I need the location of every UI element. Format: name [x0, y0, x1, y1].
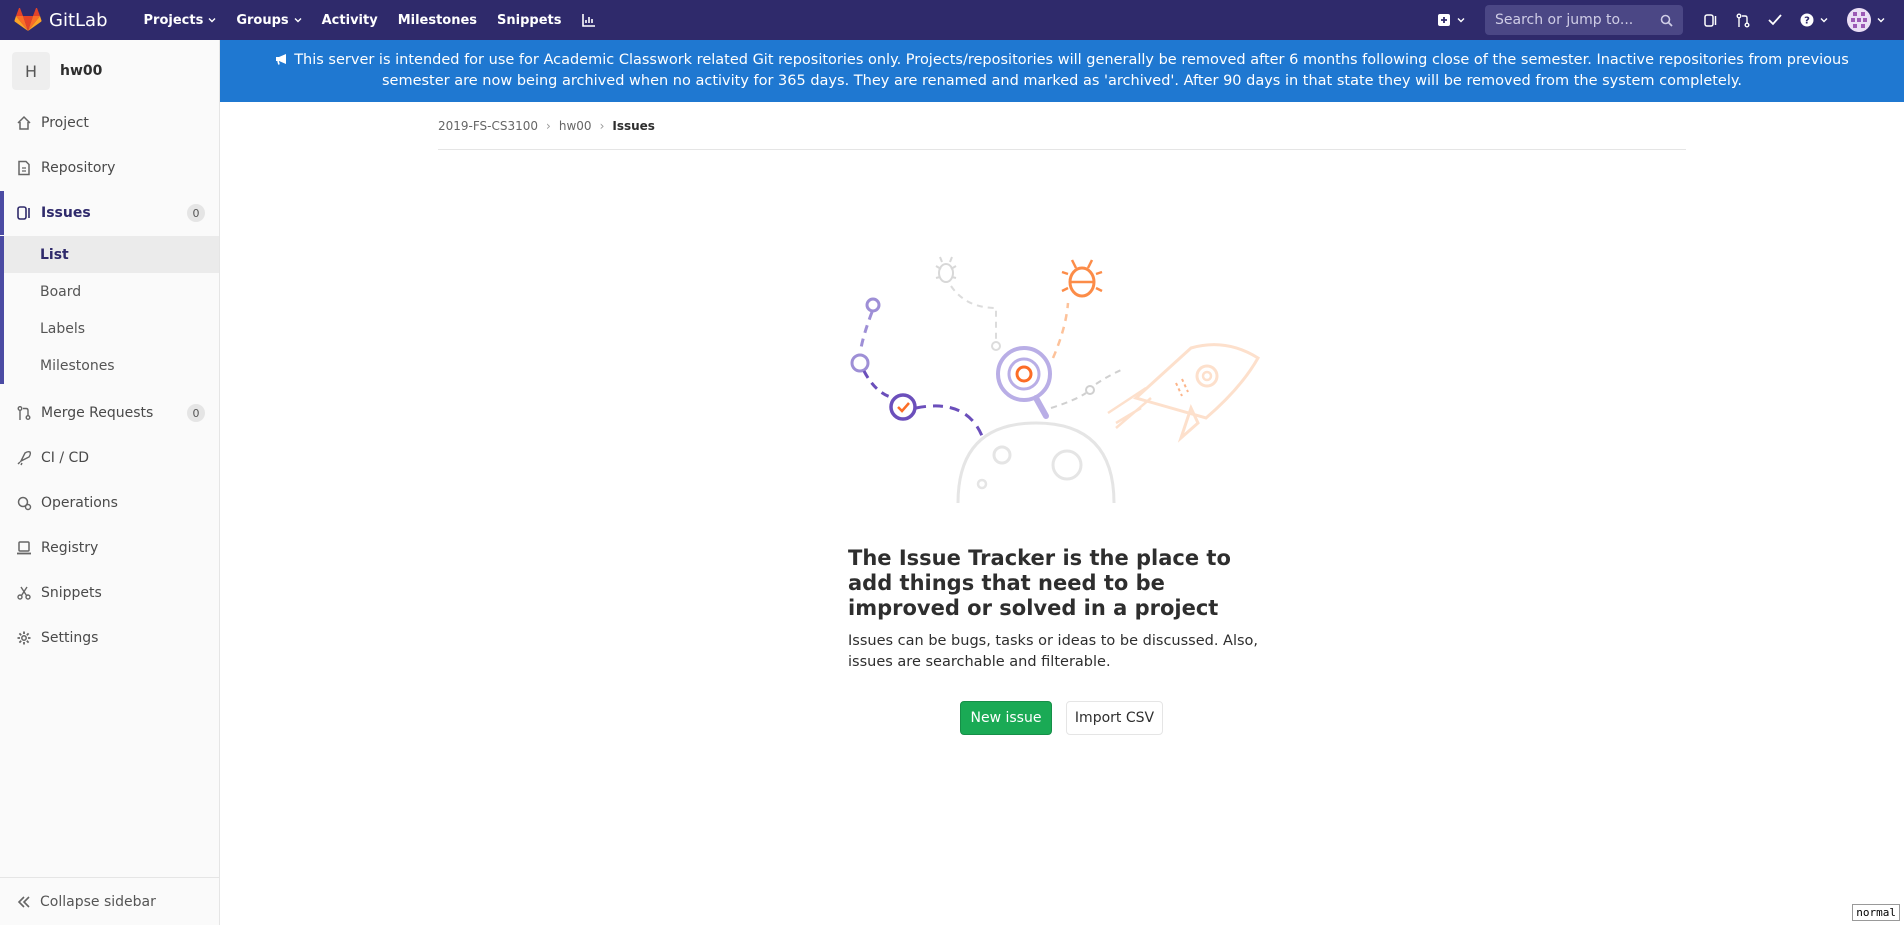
- chevron-down-icon: [1820, 18, 1828, 23]
- todos-shortcut-button[interactable]: [1759, 0, 1791, 40]
- nav-analytics[interactable]: [572, 0, 606, 40]
- sidebar-item-label: Issues: [41, 205, 91, 221]
- sidebar-item-label: Settings: [41, 630, 99, 646]
- merge-request-icon: [1736, 13, 1750, 27]
- sidebar-item-label: Operations: [41, 495, 118, 511]
- brand-name: GitLab: [49, 9, 108, 31]
- chevron-down-icon: [1457, 18, 1465, 23]
- doc-icon: [18, 160, 30, 176]
- sidebar-item-label: Project: [41, 115, 89, 131]
- import-csv-button[interactable]: Import CSV: [1066, 701, 1163, 735]
- user-avatar: [1847, 8, 1871, 32]
- merge-request-icon: [17, 406, 31, 420]
- chevron-down-icon: [1877, 18, 1885, 23]
- chart-icon: [581, 14, 595, 27]
- sidebar-item-label: Registry: [41, 540, 99, 556]
- navbar-right: ?: [1428, 0, 1904, 40]
- sidebar-item-ci-cd[interactable]: CI / CD: [0, 436, 219, 480]
- broadcast-message-text: This server is intended for use for Acad…: [294, 52, 1849, 89]
- top-navbar: GitLab Projects Groups Activity Mileston…: [0, 0, 1904, 40]
- chevron-down-icon: [294, 18, 302, 23]
- nav-snippets[interactable]: Snippets: [487, 0, 571, 40]
- sidebar-item-operations[interactable]: Operations: [0, 481, 219, 525]
- sidebar-item-project[interactable]: Project: [0, 101, 219, 145]
- chevron-right-icon: ›: [546, 118, 551, 133]
- merge-requests-count-badge: 0: [187, 404, 205, 422]
- sidebar-item-registry[interactable]: Registry: [0, 526, 219, 570]
- nav-activity-label: Activity: [321, 12, 378, 28]
- breadcrumb: 2019-FS-CS3100 › hw00 › Issues: [438, 102, 1686, 150]
- issues-icon: [1704, 13, 1717, 27]
- merge-requests-shortcut-button[interactable]: [1727, 0, 1759, 40]
- double-chevron-left-icon: [17, 895, 30, 908]
- breadcrumb-group-link[interactable]: 2019-FS-CS3100: [438, 119, 538, 133]
- sidebar-subitem-board[interactable]: Board: [4, 273, 219, 310]
- sidebar-project-header[interactable]: H hw00: [0, 40, 219, 102]
- plus-square-icon: [1438, 14, 1450, 26]
- svg-text:?: ?: [1804, 16, 1810, 27]
- gear-icon: [17, 631, 31, 645]
- breadcrumb-project-link[interactable]: hw00: [559, 119, 592, 133]
- nav-milestones-label: Milestones: [397, 12, 478, 28]
- collapse-sidebar-button[interactable]: Collapse sidebar: [0, 877, 219, 925]
- broadcast-message: This server is intended for use for Acad…: [220, 40, 1904, 102]
- sidebar-item-snippets[interactable]: Snippets: [0, 571, 219, 615]
- nav-projects-label: Projects: [143, 12, 204, 28]
- nav-activity[interactable]: Activity: [312, 0, 388, 40]
- issues-count-badge: 0: [187, 204, 205, 222]
- issues-submenu: List Board Labels Milestones: [0, 236, 219, 384]
- new-issue-button[interactable]: New issue: [960, 701, 1052, 735]
- search-icon: [1660, 14, 1673, 27]
- nav-groups[interactable]: Groups: [226, 0, 311, 40]
- breadcrumb-current[interactable]: Issues: [612, 119, 655, 133]
- sidebar-subitem-labels[interactable]: Labels: [4, 310, 219, 347]
- bullhorn-icon: [276, 54, 287, 65]
- scissors-icon: [17, 586, 31, 600]
- container-icon: [17, 541, 31, 555]
- home-icon: [17, 115, 31, 130]
- project-avatar: H: [12, 52, 50, 90]
- sidebar-item-label: Snippets: [41, 585, 102, 601]
- issues-shortcut-button[interactable]: [1695, 0, 1727, 40]
- gitlab-home-link[interactable]: GitLab: [14, 0, 108, 40]
- chevron-down-icon: [208, 18, 216, 23]
- issues-empty-state-illustration: [850, 256, 1261, 504]
- sidebar-item-label: CI / CD: [41, 450, 90, 466]
- rocket-icon: [17, 450, 32, 466]
- gitlab-logo-icon: [14, 8, 42, 31]
- nav-projects[interactable]: Projects: [134, 0, 227, 40]
- nav-groups-label: Groups: [236, 12, 289, 28]
- sidebar-item-label: Repository: [41, 160, 116, 176]
- sidebar-item-settings[interactable]: Settings: [0, 616, 219, 660]
- issues-icon: [17, 206, 30, 220]
- chevron-right-icon: ›: [599, 118, 605, 133]
- search-box[interactable]: [1485, 5, 1683, 35]
- cloud-gear-icon: [17, 496, 32, 511]
- nav-snippets-label: Snippets: [497, 12, 562, 28]
- help-dropdown-button[interactable]: ?: [1791, 0, 1838, 40]
- sidebar-item-repository[interactable]: Repository: [0, 146, 219, 190]
- new-dropdown-button[interactable]: [1428, 0, 1475, 40]
- todo-check-icon: [1768, 14, 1782, 26]
- sidebar-subitem-list[interactable]: List: [4, 236, 219, 273]
- nav-milestones[interactable]: Milestones: [388, 0, 487, 40]
- user-menu-button[interactable]: [1838, 0, 1904, 40]
- sidebar-item-issues[interactable]: Issues 0: [0, 191, 219, 235]
- sidebar-subitem-milestones[interactable]: Milestones: [4, 347, 219, 384]
- project-name: hw00: [60, 63, 103, 79]
- sidebar-item-label: Merge Requests: [41, 405, 154, 421]
- sidebar-item-merge-requests[interactable]: Merge Requests 0: [0, 391, 219, 435]
- empty-state-title: The Issue Tracker is the place to add th…: [848, 546, 1231, 620]
- collapse-sidebar-label: Collapse sidebar: [40, 893, 156, 910]
- empty-state-description: Issues can be bugs, tasks or ideas to be…: [848, 633, 1259, 670]
- search-input[interactable]: [1495, 12, 1645, 28]
- main-nav: Projects Groups Activity Milestones Snip…: [134, 0, 606, 40]
- question-circle-icon: ?: [1800, 13, 1814, 27]
- project-sidebar: H hw00 Project Repository Issues 0 List …: [0, 40, 220, 925]
- performance-mode-indicator: normal: [1852, 904, 1900, 921]
